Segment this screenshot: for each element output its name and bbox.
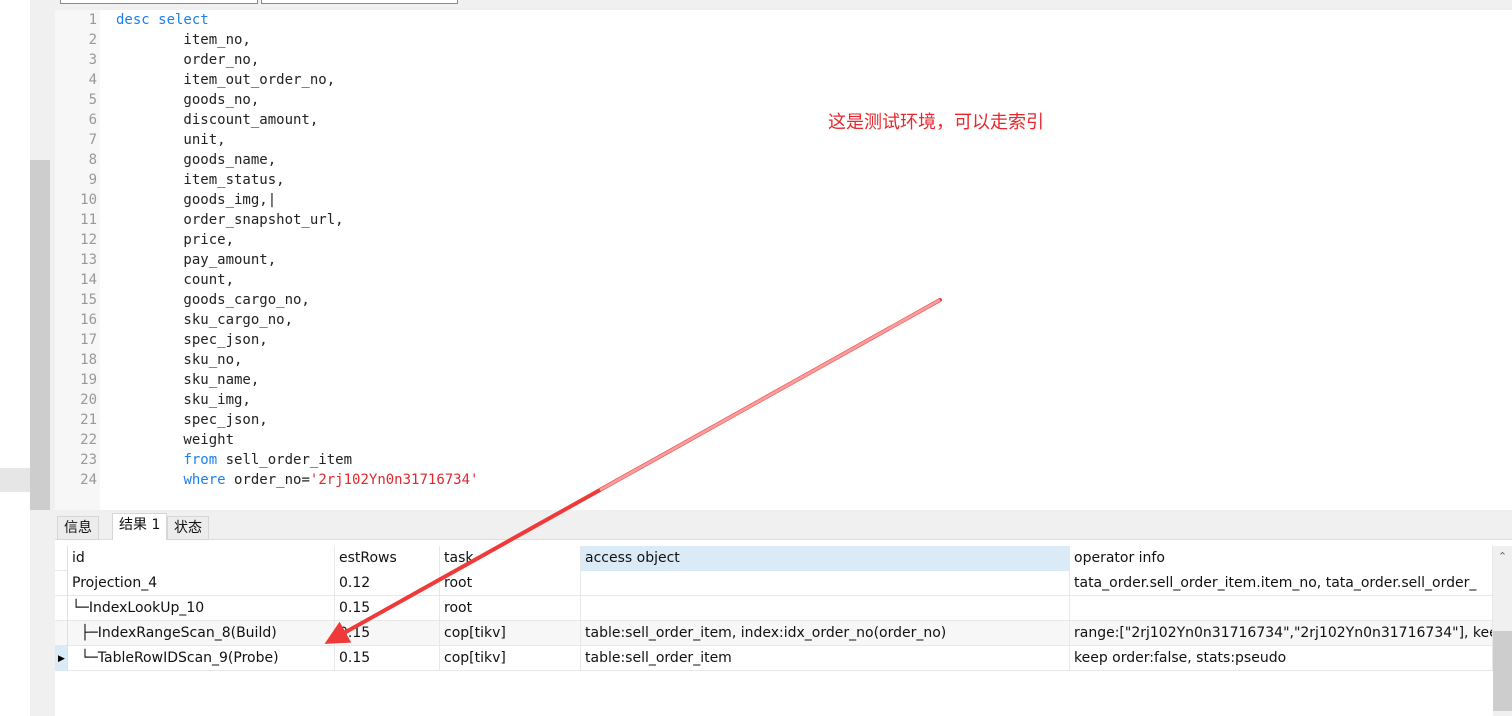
annotation-arrow	[324, 298, 942, 644]
